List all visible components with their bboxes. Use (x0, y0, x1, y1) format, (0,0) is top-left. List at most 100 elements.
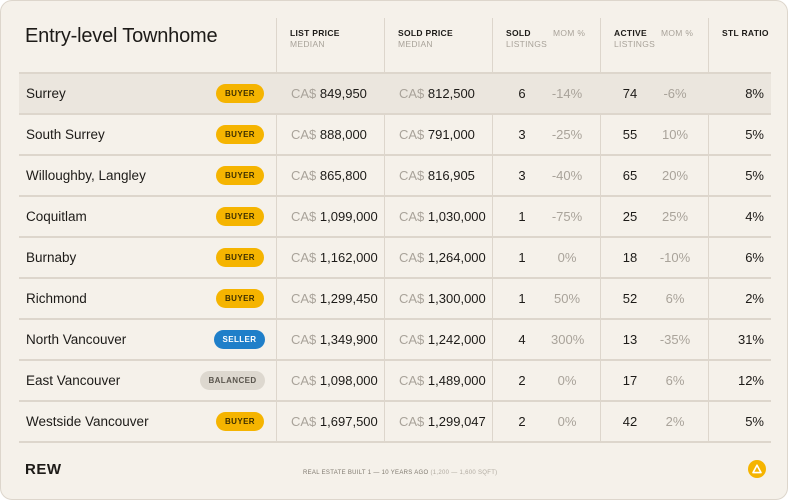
active-mom: 2% (665, 414, 685, 429)
list-price-value: 1,098,000 (319, 373, 378, 388)
currency-label: CA$ (291, 209, 317, 224)
active-listings: 52 (622, 291, 638, 306)
table-row: East Vancouver BALANCED CA$ 1,098,000 CA… (19, 359, 771, 400)
sold-price: CA$ 816,905 (399, 156, 475, 195)
footnote-range: (1,200 — 1,600 SQFT) (430, 470, 498, 476)
stl-ratio: 4% (745, 209, 764, 224)
header-active-label: ACTIVE (614, 28, 647, 38)
header-sold-label: SOLD (506, 28, 531, 38)
sold-mom: 50% (553, 291, 581, 306)
market-badge: BUYER (216, 125, 264, 144)
header-stl-ratio: STL RATIO (722, 28, 769, 38)
currency-label: CA$ (291, 250, 317, 265)
area-name: East Vancouver (26, 373, 121, 388)
header-list-price-sub: MEDIAN (290, 39, 325, 49)
table-row: Surrey BUYER CA$ 849,950 CA$ 812,500 6 -… (19, 72, 771, 113)
sold-listings: 3 (518, 168, 526, 183)
list-price-value: 888,000 (319, 127, 367, 142)
footnote-text: REAL ESTATE BUILT 1 — 10 YEARS AGO (303, 470, 429, 476)
active-mom: -35% (659, 332, 691, 347)
active-listings: 13 (622, 332, 638, 347)
header-sold-price-sub: MEDIAN (398, 39, 433, 49)
header-sold-sub: LISTINGS (506, 39, 548, 49)
currency-label: CA$ (291, 332, 317, 347)
header-active-listings: ACTIVE LISTINGS (614, 28, 655, 50)
list-price: CA$ 849,950 (291, 74, 367, 113)
sold-price: CA$ 1,299,047 (399, 402, 486, 441)
list-price: CA$ 1,299,450 (291, 279, 378, 318)
area-name: Willoughby, Langley (26, 168, 146, 183)
stl-ratio: 31% (737, 332, 764, 347)
sold-price-value: 791,000 (427, 127, 475, 142)
sold-price: CA$ 1,242,000 (399, 320, 486, 359)
active-mom: -10% (659, 250, 691, 265)
list-price-value: 1,099,000 (319, 209, 378, 224)
sold-mom: -14% (551, 86, 583, 101)
sold-price-value: 1,489,000 (427, 373, 486, 388)
market-badge: BUYER (216, 289, 264, 308)
currency-label: CA$ (399, 414, 425, 429)
currency-label: CA$ (399, 373, 425, 388)
sold-price-value: 816,905 (427, 168, 475, 183)
active-mom: -6% (663, 86, 687, 101)
warning-triangle-icon[interactable] (748, 460, 766, 478)
sold-listings: 1 (518, 209, 526, 224)
table-row: Westside Vancouver BUYER CA$ 1,697,500 C… (19, 400, 771, 443)
market-badge: BALANCED (200, 371, 265, 390)
sold-price: CA$ 1,030,000 (399, 197, 486, 236)
market-badge: SELLER (214, 330, 265, 349)
list-price-value: 1,349,900 (319, 332, 378, 347)
area-name: North Vancouver (26, 332, 127, 347)
currency-label: CA$ (399, 291, 425, 306)
list-price: CA$ 1,697,500 (291, 402, 378, 441)
market-badge: BUYER (216, 412, 264, 431)
active-listings: 42 (622, 414, 638, 429)
header-sold-mom: MOM % (553, 28, 586, 38)
market-report-card: Entry-level Townhome LIST PRICE MEDIAN S… (0, 0, 788, 500)
currency-label: CA$ (399, 332, 425, 347)
sold-listings: 1 (518, 250, 526, 265)
sold-price-value: 812,500 (427, 86, 475, 101)
currency-label: CA$ (291, 168, 317, 183)
sold-mom: -40% (551, 168, 583, 183)
market-badge: BUYER (216, 166, 264, 185)
rew-logo: REW (25, 461, 62, 478)
sold-listings: 6 (518, 86, 526, 101)
currency-label: CA$ (291, 373, 317, 388)
header-sold-listings: SOLD LISTINGS (506, 28, 547, 50)
list-price: CA$ 888,000 (291, 115, 367, 154)
list-price-value: 1,162,000 (319, 250, 378, 265)
sold-mom: -25% (551, 127, 583, 142)
currency-label: CA$ (399, 209, 425, 224)
active-listings: 17 (622, 373, 638, 388)
sold-price-value: 1,264,000 (427, 250, 486, 265)
table-row: Burnaby BUYER CA$ 1,162,000 CA$ 1,264,00… (19, 236, 771, 277)
currency-label: CA$ (399, 168, 425, 183)
list-price: CA$ 1,098,000 (291, 361, 378, 400)
currency-label: CA$ (399, 250, 425, 265)
table-row: North Vancouver SELLER CA$ 1,349,900 CA$… (19, 318, 771, 359)
sold-listings: 4 (518, 332, 526, 347)
page-title: Entry-level Townhome (25, 25, 218, 47)
sold-price-value: 1,030,000 (427, 209, 486, 224)
stl-ratio: 6% (745, 250, 764, 265)
market-badge: BUYER (216, 207, 264, 226)
sold-mom: 0% (557, 373, 577, 388)
list-price: CA$ 1,099,000 (291, 197, 378, 236)
list-price-value: 865,800 (319, 168, 367, 183)
sold-mom: 0% (557, 250, 577, 265)
active-listings: 65 (622, 168, 638, 183)
active-mom: 6% (665, 291, 685, 306)
sold-mom: -75% (551, 209, 583, 224)
area-name: Coquitlam (26, 209, 87, 224)
market-badge: BUYER (216, 248, 264, 267)
header-sold-price: SOLD PRICE MEDIAN (398, 28, 453, 50)
list-price-value: 1,697,500 (319, 414, 378, 429)
sold-price: CA$ 1,300,000 (399, 279, 486, 318)
area-name: South Surrey (26, 127, 105, 142)
sold-price: CA$ 791,000 (399, 115, 475, 154)
currency-label: CA$ (399, 86, 425, 101)
header-list-price: LIST PRICE MEDIAN (290, 28, 340, 50)
active-mom: 25% (661, 209, 689, 224)
currency-label: CA$ (399, 127, 425, 142)
